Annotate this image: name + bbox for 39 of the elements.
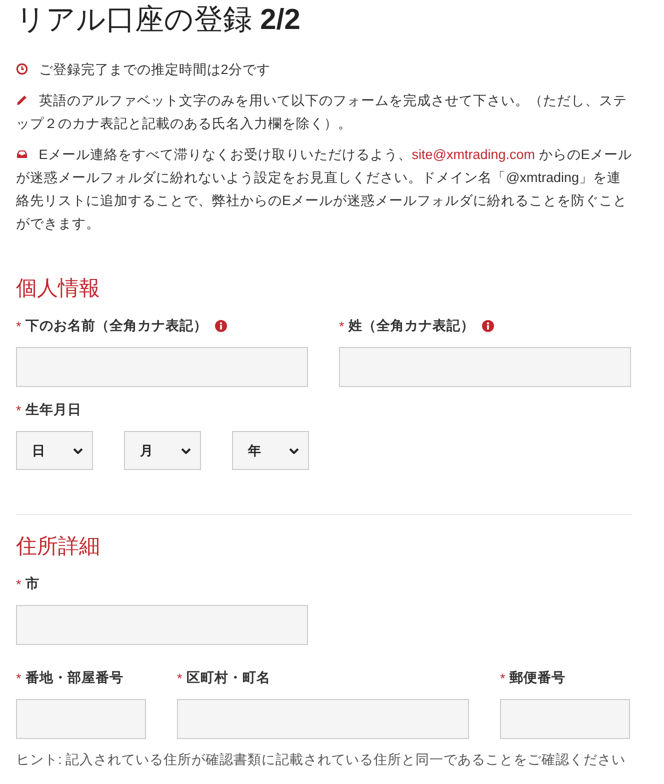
clock-icon [16, 63, 28, 75]
hint-text: ヒント: 記入されている住所が確認書類に記載されている住所と同一であることをご確認ください [16, 751, 627, 769]
required-mark: * [500, 670, 506, 686]
dropdown[interactable]: 月 [124, 431, 201, 470]
section-heading: 個人情報 [16, 276, 101, 302]
text-input[interactable] [16, 347, 308, 387]
dropdown[interactable]: 日 [16, 431, 93, 470]
field-label: 市 [25, 575, 40, 593]
required-mark: * [339, 318, 344, 334]
dropdown[interactable]: 年 [232, 431, 309, 470]
text-input[interactable] [177, 699, 469, 739]
field-label: 郵便番号 [509, 669, 566, 687]
field-label: 生年月日 [25, 401, 82, 419]
field-label: 姓（全角カナ表記） [348, 317, 474, 335]
section-heading: 住所詳細 [16, 534, 101, 560]
field-label: 下のお名前（全角カナ表記） [25, 317, 208, 335]
text-input[interactable] [500, 699, 630, 739]
required-mark: * [16, 576, 22, 592]
page-title: リアル口座の登録 2/2 [16, 3, 302, 38]
field-label: 番地・部屋番号 [25, 669, 124, 687]
chevron-icon [73, 448, 83, 454]
required-mark: * [16, 402, 22, 418]
text-input[interactable] [16, 605, 308, 645]
info-icon[interactable] [482, 320, 494, 332]
text-input[interactable] [16, 699, 146, 739]
required-mark: * [16, 670, 22, 686]
field-label: 区町村・町名 [186, 669, 270, 687]
info-icon[interactable] [215, 320, 228, 332]
text-input[interactable] [339, 347, 631, 387]
notice-text: 英語のアルファベット文字のみを用いて以下のフォームを完成させて下さい。（ただし、ステップ２のカナ表記と記載のある氏名入力欄を除く）。 [16, 92, 628, 133]
required-mark: * [177, 670, 182, 686]
notice-text: Eメール連絡をすべて滞りなくお受け取りいただけるよう、site@xmtrading.com からのEメールが迷惑メールフォルダに紛れないよう設定をお見直しください。ドメイン名「@xmtrading」を連絡先リストに追加することで、弊社からのEメールが迷惑メールフォルダに紛れることを防ぐことができます。 [16, 146, 632, 233]
email-link[interactable]: site@xmtrading.com [412, 147, 536, 162]
required-mark: * [16, 318, 22, 334]
chevron-icon [289, 448, 299, 454]
chevron-icon [181, 448, 191, 454]
inbox-icon [16, 148, 28, 160]
pencil-icon [16, 94, 28, 106]
notice-text: ご登録完了までの推定時間は2分です [16, 58, 632, 81]
